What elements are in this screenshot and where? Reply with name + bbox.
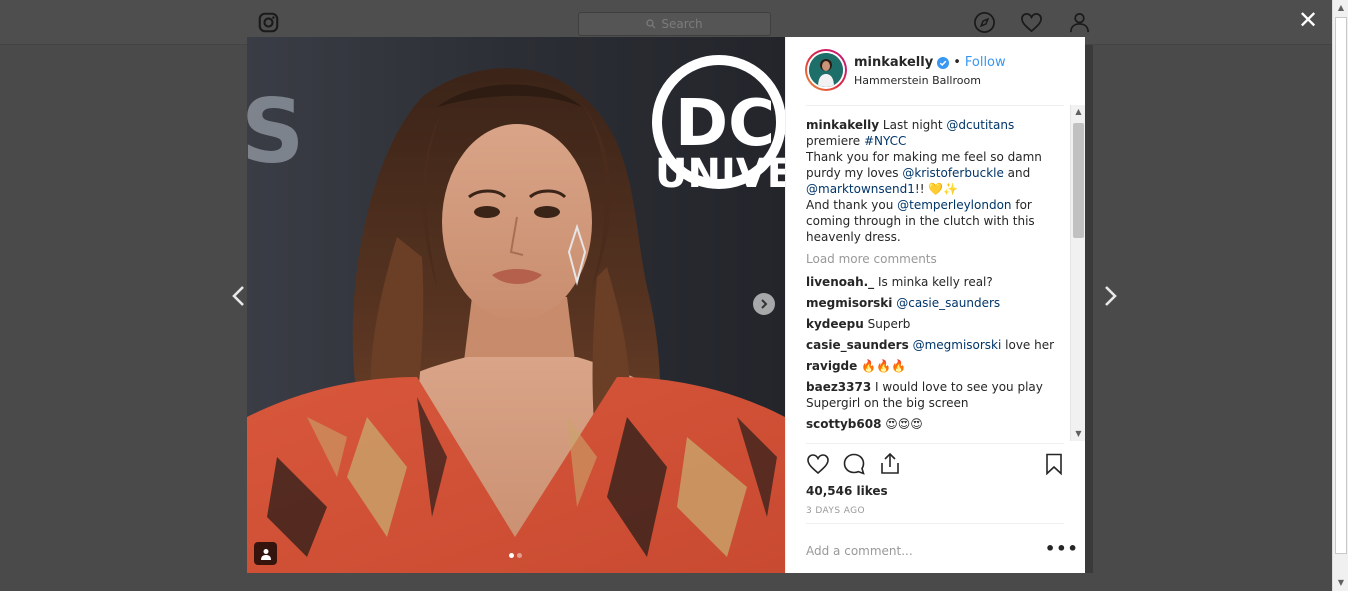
comment-text: Superb: [867, 317, 911, 331]
comment-text: 🔥🔥🔥: [861, 359, 906, 373]
like-heart-icon[interactable]: [806, 452, 830, 476]
bullet-separator: •: [953, 55, 961, 70]
comment-username[interactable]: megmisorski: [806, 296, 892, 310]
bookmark-icon[interactable]: [1042, 452, 1066, 476]
caption-mention[interactable]: @temperleylondon: [897, 198, 1011, 212]
comment-mention[interactable]: @megmisorski: [913, 338, 1002, 352]
background-search-input: Search: [578, 12, 771, 36]
comment-item: ravigde 🔥🔥🔥: [806, 358, 1071, 374]
caption-hashtag[interactable]: #NYCC: [864, 134, 906, 148]
caption-text: And thank you: [806, 198, 898, 212]
comment-item: baez3373 I would love to see you play Su…: [806, 379, 1071, 411]
post-location[interactable]: Hammerstein Ballroom: [854, 74, 981, 87]
footer-divider: [806, 523, 1064, 524]
post-actions: [786, 450, 1086, 480]
comment-bubble-icon[interactable]: [842, 452, 866, 476]
share-icon[interactable]: [878, 452, 902, 476]
comment-username[interactable]: casie_saunders: [806, 338, 909, 352]
post-modal: S DC UNIVERS: [247, 37, 1085, 573]
carousel-dot: [517, 553, 522, 558]
comment-item: casie_saunders @megmisorski love her: [806, 337, 1071, 353]
carousel-next-button[interactable]: [753, 293, 775, 315]
comment-item: scottyb608 😍😍😍: [806, 416, 1071, 432]
close-button[interactable]: ✕: [1297, 8, 1319, 32]
scroll-down-arrow-icon[interactable]: ▼: [1071, 427, 1086, 441]
follow-button[interactable]: Follow: [965, 55, 1006, 70]
add-comment-input[interactable]: [806, 540, 1064, 562]
post-photo: S DC UNIVERS: [247, 37, 785, 573]
caption-text: and: [1003, 166, 1031, 180]
next-post-arrow-icon[interactable]: [1102, 284, 1120, 308]
search-icon: [646, 19, 656, 29]
caption-text: premiere: [806, 134, 864, 148]
avatar-image: [809, 53, 843, 87]
previous-post-arrow-icon[interactable]: [229, 284, 247, 308]
comment-mention[interactable]: @casie_saunders: [896, 296, 1000, 310]
comment-item: kydeepu Superb: [806, 316, 1071, 332]
scrollbar-thumb[interactable]: [1073, 123, 1084, 238]
tagged-people-button[interactable]: [254, 542, 277, 565]
window-scroll-up-icon[interactable]: ▲: [1333, 0, 1348, 16]
post-sidebar: minkakelly • Follow Hammerstein Ballroom…: [785, 37, 1085, 573]
caption-mention[interactable]: @dcutitans: [946, 118, 1014, 132]
verified-badge-icon: [937, 56, 950, 69]
comments-divider: [806, 443, 1064, 444]
search-placeholder: Search: [661, 17, 703, 31]
comment-text: 😍😍😍: [885, 417, 923, 431]
svg-text:S: S: [247, 80, 304, 183]
profile-icon: [1070, 13, 1089, 33]
comment-username[interactable]: scottyb608: [806, 417, 881, 431]
comment-item: livenoah._ Is minka kelly real?: [806, 274, 1071, 290]
post-timestamp: 3 DAYS AGO: [806, 506, 865, 516]
dc-logo-text: DC: [675, 87, 775, 161]
load-more-comments-button[interactable]: Load more comments: [806, 251, 1071, 267]
comment-username[interactable]: baez3373: [806, 380, 871, 394]
post-username[interactable]: minkakelly: [854, 55, 933, 70]
carousel-indicator: [509, 553, 522, 558]
comment-username[interactable]: livenoah._: [806, 275, 874, 289]
heart-icon: [1021, 13, 1042, 33]
background-content-strip: [1085, 45, 1093, 573]
backdrop-brand-text: UNIVERS: [655, 151, 785, 197]
window-scrollbar-thumb[interactable]: [1335, 17, 1347, 554]
likes-count[interactable]: 40,546 likes: [806, 484, 888, 498]
photo-illustration: S DC UNIVERS: [247, 37, 785, 573]
comment-username[interactable]: ravigde: [806, 359, 857, 373]
comment-item: megmisorski @casie_saunders: [806, 295, 1071, 311]
instagram-logo-icon: [258, 12, 279, 33]
comment-text: love her: [1001, 338, 1055, 352]
caption-username[interactable]: minkakelly: [806, 118, 879, 132]
window-scroll-down-icon[interactable]: ▼: [1333, 575, 1348, 591]
person-tag-icon: [260, 548, 271, 560]
comment-username[interactable]: kydeepu: [806, 317, 864, 331]
post-caption: minkakelly Last night @dcutitans premier…: [806, 117, 1071, 245]
header-divider: [806, 105, 1064, 106]
caption-mention[interactable]: @marktownsend1: [806, 182, 915, 196]
window-scrollbar[interactable]: ▲ ▼: [1332, 0, 1348, 591]
avatar[interactable]: [805, 49, 847, 91]
post-header: minkakelly • Follow Hammerstein Ballroom: [786, 37, 1086, 106]
caption-mention[interactable]: @kristoferbuckle: [902, 166, 1004, 180]
chevron-right-icon: [761, 299, 768, 309]
caption-text: !! 💛✨: [914, 182, 959, 196]
comments-scrollbar[interactable]: ▲ ▼: [1070, 105, 1085, 441]
carousel-dot-active: [509, 553, 514, 558]
comment-text: Is minka kelly real?: [878, 275, 993, 289]
more-options-button[interactable]: •••: [1045, 539, 1079, 558]
scroll-up-arrow-icon[interactable]: ▲: [1071, 105, 1086, 119]
compass-icon: [974, 12, 995, 33]
comments-list[interactable]: minkakelly Last night @dcutitans premier…: [806, 117, 1071, 441]
caption-text: Last night: [882, 118, 947, 132]
